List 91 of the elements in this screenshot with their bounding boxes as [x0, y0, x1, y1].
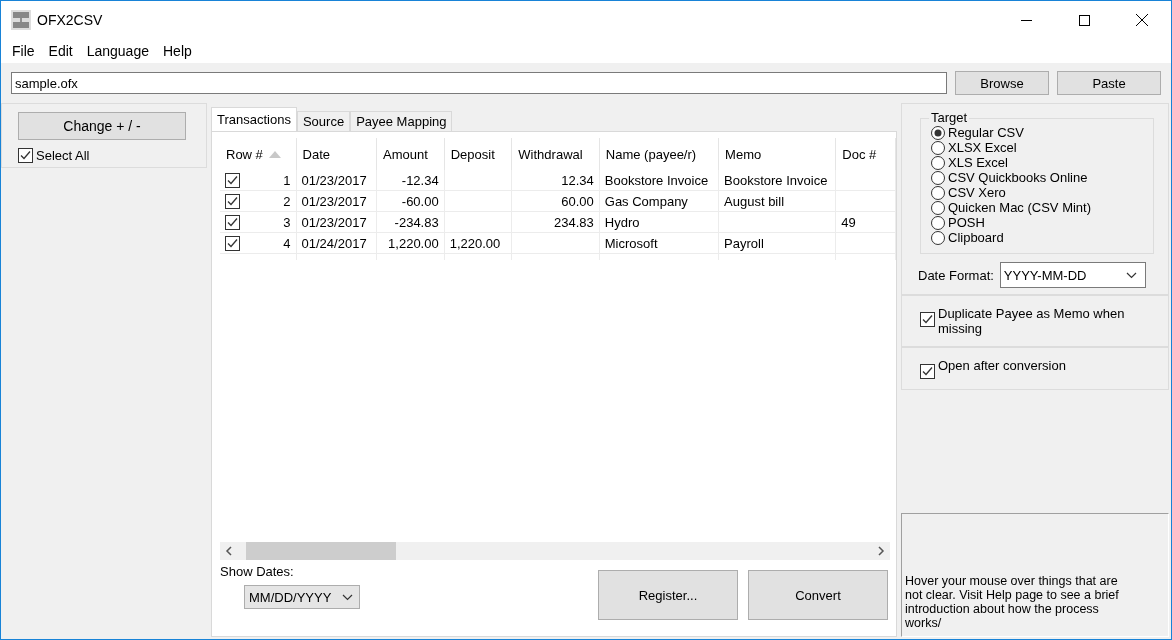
- column-header[interactable]: Withdrawal: [512, 138, 600, 170]
- table-cell: -12.34: [377, 170, 445, 191]
- option-label: Duplicate Payee as Memo when missing: [938, 306, 1126, 336]
- table-cell: Hydro: [599, 212, 720, 233]
- menu-item[interactable]: File: [5, 43, 42, 59]
- radio-button[interactable]: [931, 185, 945, 200]
- window-title: OFX2CSV: [37, 12, 104, 28]
- radio-button[interactable]: [931, 140, 945, 155]
- register-button[interactable]: Register...: [598, 570, 738, 620]
- radio-button[interactable]: [931, 170, 945, 185]
- checkbox[interactable]: [225, 172, 240, 188]
- checkbox[interactable]: [920, 364, 935, 379]
- radio-label: CSV Xero: [948, 185, 1006, 200]
- empty-cell: [444, 170, 513, 191]
- checkbox[interactable]: [920, 312, 935, 327]
- show-dates-dropdown[interactable]: MM/DD/YYYY: [244, 585, 360, 609]
- help-text: Hover your mouse over things that are not clear. Visit Help page to see a brief introduction about how the process works/: [905, 574, 1120, 630]
- table-cell: 1,220.00: [444, 233, 513, 254]
- file-path-field[interactable]: sample.ofx: [11, 72, 947, 94]
- empty-cell: [836, 170, 896, 191]
- option-label: Open after conversion: [938, 358, 1066, 373]
- browse-button[interactable]: Browse: [955, 71, 1049, 95]
- column-header[interactable]: Name (payee/r): [599, 138, 720, 170]
- table-cell: 01/24/2017: [296, 233, 378, 254]
- table-cell: -234.83: [377, 212, 445, 233]
- tab[interactable]: Payee Mapping: [350, 111, 453, 131]
- table-cell: Bookstore Invoice: [599, 170, 720, 191]
- table-cell: Microsoft: [599, 233, 720, 254]
- radio-button[interactable]: [931, 215, 945, 230]
- convert-button[interactable]: Convert: [748, 570, 888, 620]
- radio-label: Regular CSV: [948, 125, 1024, 140]
- maximize-icon: [1078, 14, 1090, 26]
- row-number: 1: [283, 172, 291, 188]
- change-sign-button[interactable]: Change + / -: [18, 112, 186, 140]
- table-cell: 01/23/2017: [296, 191, 378, 212]
- table-cell: 01/23/2017: [296, 170, 378, 191]
- checkbox[interactable]: [225, 214, 240, 230]
- radio-button[interactable]: [931, 230, 945, 245]
- table-cell: Bookstore Invoice: [719, 170, 837, 191]
- radio-button[interactable]: [931, 200, 945, 215]
- checkbox[interactable]: [225, 193, 240, 209]
- scroll-right-icon[interactable]: [875, 545, 887, 557]
- radio-label: CSV Quickbooks Online: [948, 170, 1088, 185]
- horizontal-scrollbar[interactable]: [220, 542, 890, 560]
- table-cell: August bill: [719, 191, 837, 212]
- radio-label: Quicken Mac (CSV Mint): [948, 200, 1092, 215]
- column-header[interactable]: Date: [296, 138, 378, 170]
- menu-item[interactable]: Help: [156, 43, 199, 59]
- tab[interactable]: Source: [296, 111, 351, 131]
- radio-button[interactable]: [931, 155, 945, 170]
- date-format-dropdown[interactable]: YYYY-MM-DD: [999, 262, 1146, 288]
- table-cell: Gas Company: [599, 191, 720, 212]
- column-header[interactable]: Amount: [377, 138, 445, 170]
- column-header[interactable]: Doc #: [836, 138, 896, 170]
- table-cell: 60.00: [512, 191, 600, 212]
- show-dates-label: Show Dates:: [220, 564, 295, 579]
- radio-label: XLSX Excel: [948, 140, 1017, 155]
- row-number: 4: [283, 235, 291, 251]
- table-cell: 49: [836, 212, 896, 233]
- date-format-label: Date Format:: [918, 267, 994, 283]
- scroll-left-icon[interactable]: [223, 545, 235, 557]
- row-number: 2: [283, 193, 291, 209]
- close-icon: [1136, 14, 1148, 26]
- paste-button[interactable]: Paste: [1057, 71, 1161, 95]
- tab[interactable]: Transactions: [211, 107, 297, 131]
- column-header[interactable]: Row #: [220, 138, 297, 170]
- table-cell: -60.00: [377, 191, 445, 212]
- scrollbar-thumb[interactable]: [246, 542, 396, 560]
- target-group-title: Target: [929, 110, 970, 125]
- menu-item[interactable]: Edit: [41, 43, 80, 59]
- radio-button[interactable]: [931, 125, 945, 140]
- empty-cell: [836, 191, 896, 212]
- table-cell: 12.34: [512, 170, 600, 191]
- radio-label: POSH: [948, 215, 985, 230]
- table-cell: 01/23/2017: [296, 212, 378, 233]
- radio-label: Clipboard: [948, 230, 1004, 245]
- table-cell: 234.83: [512, 212, 600, 233]
- radio-label: XLS Excel: [948, 155, 1008, 170]
- table-cell: 1,220.00: [377, 233, 445, 254]
- checkbox[interactable]: [225, 235, 240, 251]
- row-number: 3: [283, 214, 291, 230]
- checkbox[interactable]: [18, 148, 33, 163]
- column-header[interactable]: Deposit: [444, 138, 513, 170]
- chevron-down-icon: [342, 593, 353, 601]
- sort-ascending-icon: [268, 150, 281, 158]
- menu-item[interactable]: Language: [79, 43, 156, 59]
- app-icon: [11, 10, 31, 30]
- column-header[interactable]: Memo: [719, 138, 837, 170]
- table-cell: Payroll: [719, 233, 837, 254]
- chevron-down-icon: [1125, 271, 1137, 279]
- select-all-label: Select All: [36, 148, 90, 163]
